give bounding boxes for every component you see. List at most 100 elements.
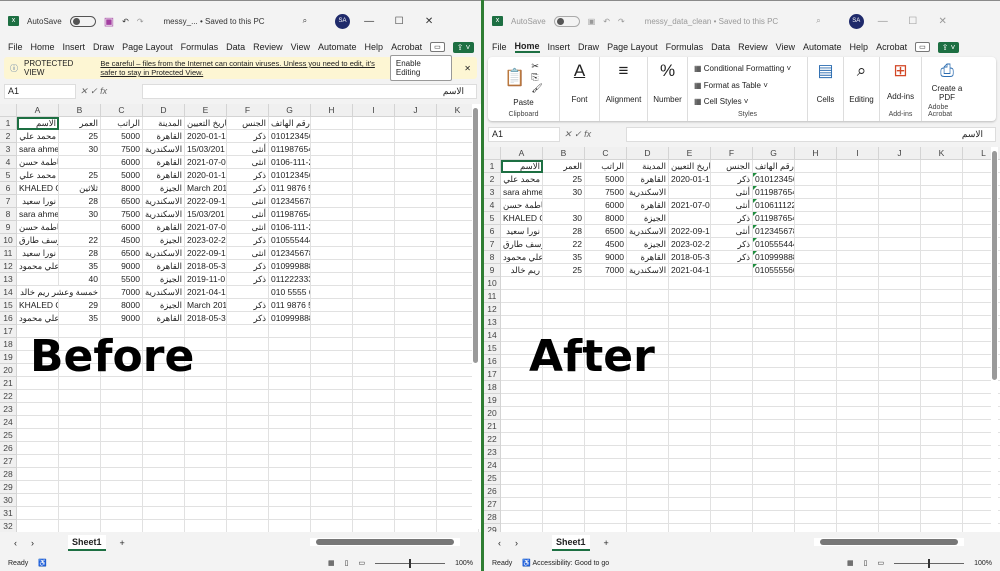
- cell[interactable]: [753, 511, 795, 524]
- cell[interactable]: 9000: [101, 260, 143, 273]
- row-header[interactable]: 29: [484, 524, 501, 532]
- redo-icon[interactable]: ↷: [618, 17, 625, 26]
- cell[interactable]: [879, 277, 921, 290]
- horizontal-scrollbar[interactable]: [310, 538, 460, 546]
- cell[interactable]: [101, 481, 143, 494]
- cell[interactable]: القاهرة: [627, 251, 669, 264]
- cell[interactable]: [17, 507, 59, 520]
- cell[interactable]: [395, 468, 437, 481]
- cell[interactable]: 011 9876 5432: [269, 182, 311, 195]
- editing-group[interactable]: ⌕ Editing: [844, 57, 880, 121]
- cell[interactable]: [17, 455, 59, 468]
- cell[interactable]: القاهرة: [143, 260, 185, 273]
- cell[interactable]: [311, 481, 353, 494]
- cell[interactable]: [311, 208, 353, 221]
- cell[interactable]: [795, 498, 837, 511]
- cell[interactable]: KHALED OI: [17, 299, 59, 312]
- cell[interactable]: [795, 368, 837, 381]
- cell[interactable]: [353, 507, 395, 520]
- cell[interactable]: 25: [543, 173, 585, 186]
- cell[interactable]: الاسكندرية: [143, 247, 185, 260]
- cell[interactable]: [353, 156, 395, 169]
- cell[interactable]: [543, 394, 585, 407]
- cell[interactable]: [543, 472, 585, 485]
- cell[interactable]: 28: [59, 195, 101, 208]
- cell[interactable]: [543, 303, 585, 316]
- cell[interactable]: الجيزة: [627, 212, 669, 225]
- cell[interactable]: 01055544433: [269, 234, 311, 247]
- cell[interactable]: [669, 511, 711, 524]
- cell[interactable]: [711, 316, 753, 329]
- cell[interactable]: March 201: [185, 182, 227, 195]
- cell[interactable]: [311, 312, 353, 325]
- cell[interactable]: الاسكندرية: [143, 208, 185, 221]
- cell[interactable]: [585, 407, 627, 420]
- cell[interactable]: [185, 494, 227, 507]
- cell[interactable]: 8000: [101, 299, 143, 312]
- row-header[interactable]: 15: [0, 299, 17, 312]
- cell[interactable]: 2022-09-1: [185, 247, 227, 260]
- cell[interactable]: [353, 481, 395, 494]
- cell[interactable]: الاسكندرية: [627, 264, 669, 277]
- paste-icon[interactable]: 📋: [504, 68, 525, 88]
- cell[interactable]: [753, 420, 795, 433]
- sheet-tab[interactable]: Sheet1: [552, 534, 590, 551]
- cell[interactable]: [921, 303, 963, 316]
- cell[interactable]: [543, 381, 585, 394]
- cell[interactable]: [879, 498, 921, 511]
- cell[interactable]: [795, 173, 837, 186]
- cell[interactable]: [627, 511, 669, 524]
- cell[interactable]: [501, 498, 543, 511]
- cell[interactable]: [395, 247, 437, 260]
- cell[interactable]: [353, 429, 395, 442]
- row-header[interactable]: 11: [484, 290, 501, 303]
- cell[interactable]: [837, 498, 879, 511]
- cell[interactable]: [227, 455, 269, 468]
- cell[interactable]: محمد علي: [17, 169, 59, 182]
- cell[interactable]: 01234567890: [269, 195, 311, 208]
- cell[interactable]: [837, 251, 879, 264]
- cell[interactable]: [711, 342, 753, 355]
- prev-sheet-icon[interactable]: ‹: [498, 538, 501, 548]
- menu-acrobat[interactable]: Acrobat: [391, 42, 422, 52]
- cell[interactable]: [711, 511, 753, 524]
- sheet-tab[interactable]: Sheet1: [68, 534, 106, 551]
- cell[interactable]: [585, 446, 627, 459]
- cell[interactable]: [627, 446, 669, 459]
- cell[interactable]: [311, 403, 353, 416]
- row-header[interactable]: 15: [484, 342, 501, 355]
- close-button[interactable]: ✕: [932, 16, 954, 27]
- cell[interactable]: [669, 381, 711, 394]
- document-title[interactable]: messy_... • Saved to this PC: [164, 17, 265, 26]
- cell[interactable]: [269, 416, 311, 429]
- cell[interactable]: [269, 403, 311, 416]
- cell[interactable]: [311, 429, 353, 442]
- zoom-slider[interactable]: [375, 558, 446, 568]
- page-layout-icon[interactable]: ▯: [345, 559, 349, 567]
- cell[interactable]: [921, 394, 963, 407]
- save-icon[interactable]: ▣: [104, 15, 114, 28]
- cell[interactable]: [353, 494, 395, 507]
- cell[interactable]: [143, 455, 185, 468]
- cell[interactable]: ذكر: [227, 312, 269, 325]
- menu-draw[interactable]: Draw: [578, 42, 599, 52]
- cell[interactable]: 40: [59, 273, 101, 286]
- cell[interactable]: 22: [543, 238, 585, 251]
- prev-sheet-icon[interactable]: ‹: [14, 538, 17, 548]
- column-header[interactable]: F: [711, 147, 753, 160]
- cell[interactable]: [585, 524, 627, 532]
- row-header[interactable]: 24: [0, 416, 17, 429]
- cell[interactable]: [795, 238, 837, 251]
- row-header[interactable]: 27: [484, 498, 501, 511]
- cell[interactable]: 2018-05-3: [185, 260, 227, 273]
- cell[interactable]: [837, 225, 879, 238]
- cell[interactable]: [795, 459, 837, 472]
- cell[interactable]: [879, 524, 921, 532]
- zoom-slider[interactable]: [894, 558, 965, 568]
- menu-acrobat[interactable]: Acrobat: [876, 42, 907, 52]
- row-header[interactable]: 22: [0, 390, 17, 403]
- menu-file[interactable]: File: [8, 42, 23, 52]
- cell[interactable]: [879, 303, 921, 316]
- cell[interactable]: [921, 381, 963, 394]
- cell[interactable]: [837, 199, 879, 212]
